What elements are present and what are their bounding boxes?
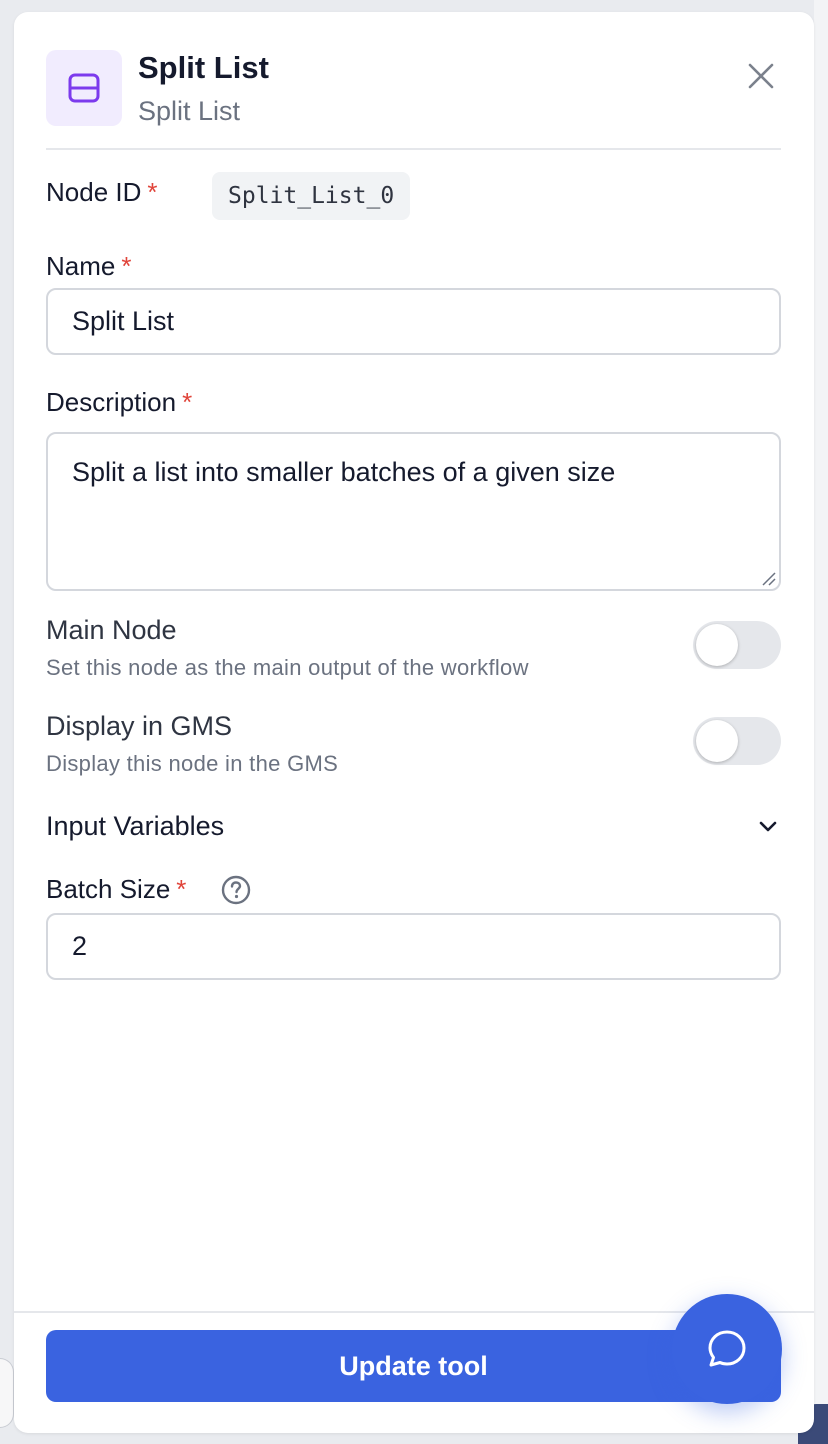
toggle-knob — [696, 720, 738, 762]
help-circle-icon[interactable] — [220, 874, 252, 906]
input-variables-section-toggle[interactable]: Input Variables — [46, 808, 781, 848]
node-id-label: Node ID * — [46, 176, 158, 208]
main-node-description: Set this node as the main output of the … — [46, 655, 529, 680]
update-tool-button[interactable]: Update tool — [46, 1330, 781, 1402]
close-button[interactable] — [741, 56, 781, 96]
display-gms-title: Display in GMS — [46, 711, 233, 741]
main-node-toggle[interactable] — [693, 621, 781, 669]
node-settings-panel: Split List Split List Node ID * Split_Lis… — [14, 12, 814, 1433]
name-label: Name * — [46, 250, 131, 282]
batch-size-input[interactable]: 2 — [46, 913, 781, 980]
required-mark: * — [121, 251, 132, 281]
description-text: Split a list into smaller batches of a g… — [72, 457, 616, 487]
toggle-knob — [696, 624, 738, 666]
split-panel-icon — [68, 73, 100, 103]
display-gms-toggle[interactable] — [693, 717, 781, 765]
batch-size-label: Batch Size * — [46, 873, 186, 905]
background-edge-element — [0, 1358, 14, 1428]
required-mark: * — [147, 177, 158, 207]
name-label-text: Name — [46, 251, 116, 281]
chevron-down-icon — [759, 821, 777, 832]
required-mark: * — [182, 387, 193, 417]
node-id-label-text: Node ID — [46, 177, 142, 207]
node-type-icon-container — [46, 50, 122, 126]
batch-size-label-text: Batch Size — [46, 874, 171, 904]
chat-button[interactable] — [672, 1294, 782, 1404]
resize-handle-icon[interactable] — [760, 570, 776, 586]
description-textarea[interactable]: Split a list into smaller batches of a g… — [46, 432, 781, 591]
panel-subtitle: Split List — [138, 96, 241, 126]
panel-header: Split List Split List — [46, 50, 781, 126]
input-variables-title: Input Variables — [46, 811, 225, 841]
name-input[interactable]: Split List — [46, 288, 781, 355]
display-gms-description: Display this node in the GMS — [46, 751, 339, 776]
description-label: Description * — [46, 386, 192, 418]
node-id-value: Split_List_0 — [212, 172, 411, 220]
required-mark: * — [176, 874, 187, 904]
chat-bubble-icon — [708, 1330, 746, 1367]
description-label-text: Description — [46, 387, 177, 417]
close-icon — [748, 63, 774, 89]
panel-title: Split List — [138, 50, 269, 85]
main-node-title: Main Node — [46, 615, 177, 645]
background-panel-edge — [814, 0, 828, 1444]
header-divider — [46, 148, 781, 150]
